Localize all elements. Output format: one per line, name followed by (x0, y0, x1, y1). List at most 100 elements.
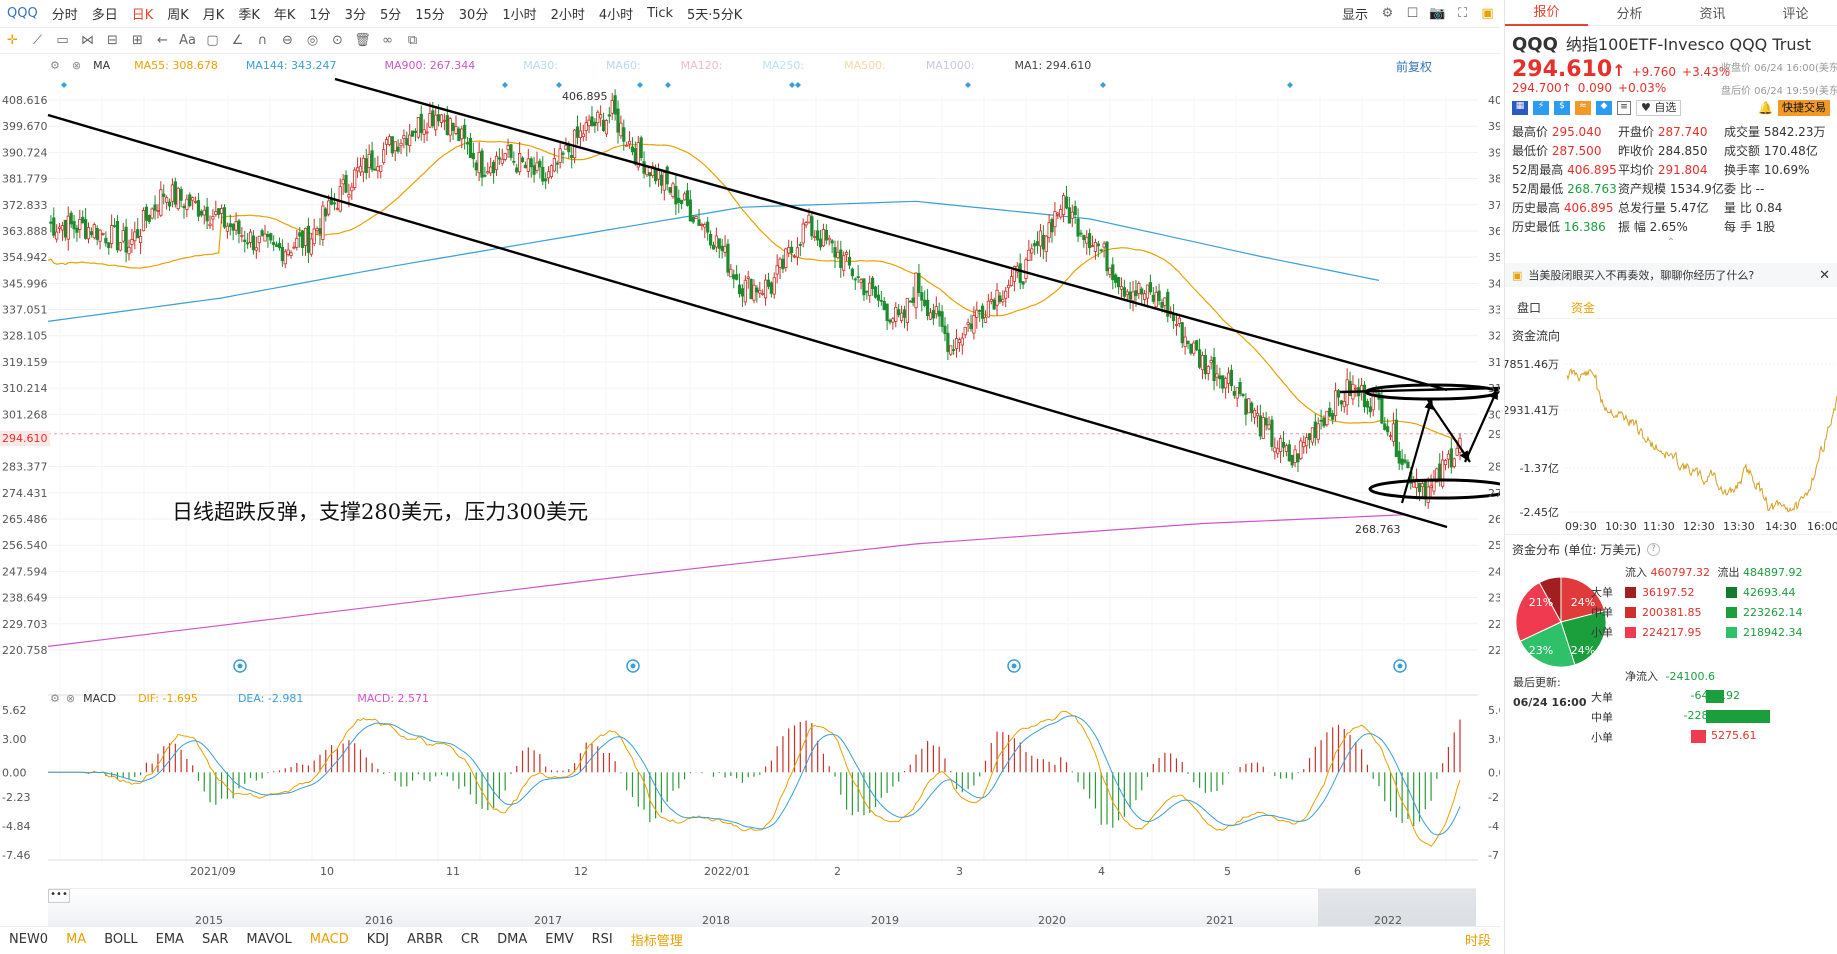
bell-icon[interactable]: 🔔 (1758, 101, 1773, 115)
time-axis-label: 12 (574, 865, 588, 878)
stat-cell: 52周最低 268.763 (1512, 180, 1618, 197)
candle-body (1148, 282, 1153, 293)
stat-value: 406.895 (1563, 163, 1617, 177)
watchlist-button[interactable]: ♥ 自选 (1636, 100, 1682, 116)
pie-label: 23% (1529, 644, 1553, 657)
candle-body (529, 158, 533, 168)
candle-body (355, 167, 360, 172)
ind-ma[interactable]: MA (57, 932, 95, 947)
candle-body (535, 162, 539, 171)
candle-body (541, 166, 545, 182)
stat-cell: 平均价 291.804 (1618, 161, 1724, 178)
candle-body (1041, 234, 1045, 250)
ind-mavol[interactable]: MAVOL (237, 932, 300, 947)
candle-body (1203, 354, 1207, 375)
candle-body (882, 301, 886, 311)
ind-dma[interactable]: DMA (488, 932, 536, 947)
overview-more-icon[interactable]: ••• (48, 889, 70, 903)
candle-body (581, 133, 585, 137)
subtab-capital[interactable]: 资金 (1571, 299, 1595, 316)
ma900-line (47, 514, 1408, 647)
ind-cr[interactable]: CR (452, 932, 488, 947)
ind-new0[interactable]: NEW0 (0, 932, 57, 947)
dollar-icon[interactable]: $ (1554, 101, 1570, 115)
candle-body (110, 225, 114, 245)
candle-body (619, 122, 623, 137)
capital-flow-chart[interactable]: 7851.46万 -2931.41万 -1.37亿 -2.45亿 09:30 10:30 1… (1505, 344, 1837, 534)
dividend-marker-icon (1100, 82, 1106, 88)
candle-body (680, 199, 684, 204)
candle-body (1224, 377, 1228, 389)
ind-boll[interactable]: BOLL (95, 932, 146, 947)
candle-body (1073, 206, 1077, 216)
notice-bar[interactable]: ▣ 当美股闭眼买入不再奏效，聊聊你经历了什么? ✕ (1505, 263, 1837, 287)
price-axis-label-left: 283.377 (2, 461, 48, 474)
candle-body (144, 206, 148, 221)
candle-body (52, 217, 56, 236)
candle-body (1059, 209, 1063, 218)
tab-news[interactable]: 资讯 (1671, 3, 1754, 22)
period-segment-button[interactable]: 时段 (1456, 930, 1500, 949)
expand-chevron-icon[interactable]: ⌃ (1505, 238, 1837, 249)
candle-body (1365, 401, 1370, 408)
macd-settings-icon[interactable]: ⚙ (50, 692, 60, 705)
ind-rsi[interactable]: RSI (583, 932, 622, 947)
macd-close-icon[interactable]: ⊗ (66, 692, 75, 705)
price-chart[interactable]: 408.616 408.616 399.670 399.670 390.724 390.7… (0, 0, 1500, 900)
candle-body (480, 150, 484, 178)
macd-name[interactable]: MACD (83, 692, 116, 705)
ind-macd[interactable]: MACD (301, 932, 358, 947)
candle-body (86, 227, 91, 240)
tab-quote[interactable]: 报价 (1505, 0, 1588, 26)
candle-body (205, 206, 209, 222)
candle-body (101, 233, 105, 235)
flow-row-out: 223262.14 (1743, 605, 1803, 619)
candle-body (801, 223, 805, 244)
candle-body (1316, 423, 1320, 440)
tab-comments[interactable]: 评论 (1754, 3, 1837, 22)
macd-axis-label-left: -4.84 (2, 820, 30, 833)
candle-body (84, 219, 88, 239)
price-axis-label-left: 301.268 (2, 408, 48, 421)
wave-icon[interactable]: ≈ (1575, 101, 1591, 115)
flow-time-label: 11:30 (1643, 520, 1675, 533)
price-axis-label-left: 310.214 (2, 382, 48, 395)
time-axis-label: 2022/01 (704, 865, 750, 878)
candle-body (465, 142, 470, 145)
candle-body (717, 238, 721, 249)
ind-arbr[interactable]: ARBR (398, 932, 452, 947)
price-axis-label-left: 319.159 (2, 356, 48, 369)
quick-trade-button[interactable]: 快捷交易 (1778, 100, 1830, 116)
candle-body (1143, 293, 1147, 300)
price-axis-label: 345.996 (1488, 277, 1500, 290)
stat-key: 最高价 (1512, 125, 1549, 139)
candle-body (911, 297, 915, 303)
price-axis-label: 247.594 (1488, 565, 1500, 578)
candle-body (720, 245, 724, 252)
tab-analysis[interactable]: 分析 (1588, 3, 1671, 22)
candle-body (1400, 458, 1404, 465)
candle-body (298, 232, 302, 237)
subtab-orderbook[interactable]: 盘口 (1517, 299, 1541, 316)
candle-body (685, 190, 690, 206)
tag-icon[interactable]: ◆ (1596, 101, 1612, 115)
ind-emv[interactable]: EMV (536, 932, 582, 947)
flag-icon[interactable]: ▦ (1512, 101, 1528, 115)
ind-manage[interactable]: 指标管理 (622, 930, 692, 949)
ind-sar[interactable]: SAR (193, 932, 237, 947)
candle-body (899, 312, 904, 321)
outflow-label: 流出 (1717, 566, 1740, 579)
candle-body (506, 145, 510, 151)
price-axis-label-left: 372.833 (2, 199, 48, 212)
macd-axis-label: 5.62 (1488, 704, 1500, 717)
candle-body (558, 148, 562, 163)
candle-body (1417, 482, 1422, 493)
ind-ema[interactable]: EMA (147, 932, 193, 947)
info-icon[interactable]: ? (1647, 543, 1661, 556)
doc-icon[interactable]: ≡ (1617, 101, 1631, 115)
notice-close-icon[interactable]: ✕ (1819, 268, 1830, 283)
lightning-icon[interactable]: ⚡ (1533, 101, 1549, 115)
candle-body (269, 233, 273, 241)
candle-body (749, 278, 753, 300)
ind-kdj[interactable]: KDJ (358, 932, 398, 947)
